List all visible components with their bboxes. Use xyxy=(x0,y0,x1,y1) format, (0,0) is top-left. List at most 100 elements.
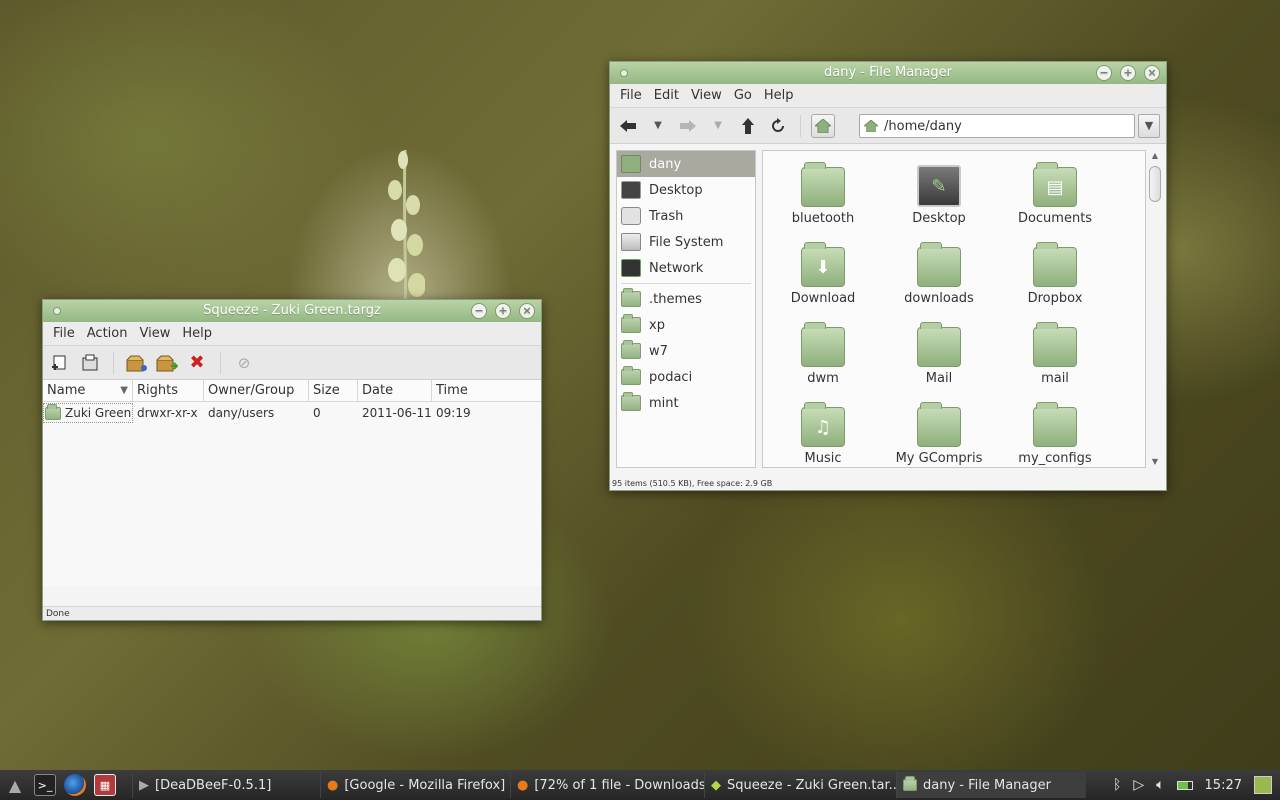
file-item-bluetooth[interactable]: bluetooth xyxy=(765,161,881,231)
file-item-dropbox[interactable]: Dropbox xyxy=(997,241,1113,311)
location-bar[interactable]: /home/dany xyxy=(859,114,1135,138)
menu-view[interactable]: View xyxy=(685,88,728,103)
add-files-button[interactable] xyxy=(126,352,148,374)
archive-extract-icon xyxy=(156,355,178,371)
forward-history-dropdown[interactable]: ▼ xyxy=(706,114,730,138)
file-item-downloads[interactable]: downloads xyxy=(881,241,997,311)
scroll-up-arrow-icon[interactable]: ▲ xyxy=(1148,150,1162,162)
forward-button[interactable] xyxy=(676,114,700,138)
minimize-button[interactable]: − xyxy=(471,303,487,319)
maximize-button[interactable]: + xyxy=(495,303,511,319)
app-menu-button[interactable]: ▲ xyxy=(4,774,26,796)
sidebar-item-podaci[interactable]: podaci xyxy=(617,364,755,390)
firefox-launcher[interactable] xyxy=(64,774,86,796)
task-file-manager[interactable]: dany - File Manager xyxy=(896,772,1086,798)
close-button[interactable]: × xyxy=(519,303,535,319)
menu-go[interactable]: Go xyxy=(728,88,758,103)
column-header-date[interactable]: Date xyxy=(358,380,432,401)
sidebar-item-xp[interactable]: xp xyxy=(617,312,755,338)
sidebar-item-themes[interactable]: .themes xyxy=(617,286,755,312)
task-label: [Google - Mozilla Firefox] xyxy=(344,777,506,793)
battery-icon[interactable] xyxy=(1176,780,1193,790)
archiver-launcher[interactable]: ▦ xyxy=(94,774,116,796)
menu-action[interactable]: Action xyxy=(81,326,134,341)
extract-button[interactable] xyxy=(156,352,178,374)
back-history-dropdown[interactable]: ▼ xyxy=(646,114,670,138)
file-item-label: Music xyxy=(804,451,842,466)
cell-date: 2011-06-11 xyxy=(362,406,432,420)
scroll-down-arrow-icon[interactable]: ▼ xyxy=(1148,456,1162,468)
file-item-desktop[interactable]: ✎ Desktop xyxy=(881,161,997,231)
sidebar-item-trash[interactable]: Trash xyxy=(617,203,755,229)
file-item-download[interactable]: ⬇ Download xyxy=(765,241,881,311)
toolbar: ✖ ⊘ xyxy=(43,346,541,380)
back-button[interactable] xyxy=(616,114,640,138)
sidebar-item-network[interactable]: Network xyxy=(617,255,755,281)
stop-button[interactable]: ⊘ xyxy=(233,352,255,374)
maximize-button[interactable]: + xyxy=(1120,65,1136,81)
volume-icon[interactable]: 🔈︎ xyxy=(1156,777,1164,793)
home-button[interactable] xyxy=(811,113,835,138)
menu-file[interactable]: File xyxy=(614,88,648,103)
file-item-label: my_configs xyxy=(1018,451,1092,466)
column-header-time[interactable]: Time xyxy=(432,380,541,401)
sidebar-item-desktop[interactable]: Desktop xyxy=(617,177,755,203)
folder-icon xyxy=(801,322,845,367)
table-row[interactable]: Zuki Green drwxr-xr-x dany/users 0 2011-… xyxy=(43,402,541,424)
close-button[interactable]: × xyxy=(1144,65,1160,81)
window-menu-icon[interactable] xyxy=(53,307,61,315)
sidebar-item-home[interactable]: dany xyxy=(617,151,755,177)
terminal-launcher[interactable]: >_ xyxy=(34,774,56,796)
menu-help[interactable]: Help xyxy=(758,88,800,103)
squeeze-titlebar[interactable]: Squeeze - Zuki Green.targz − + × xyxy=(43,300,541,322)
column-header-owner[interactable]: Owner/Group xyxy=(204,380,309,401)
menu-edit[interactable]: Edit xyxy=(648,88,685,103)
menu-help[interactable]: Help xyxy=(176,326,218,341)
file-item-mail-upper[interactable]: Mail xyxy=(881,321,997,391)
media-play-icon[interactable]: ▷ xyxy=(1133,777,1144,793)
open-archive-button[interactable] xyxy=(79,352,101,374)
arch-logo-icon: ▲ xyxy=(8,775,22,795)
column-header-rights[interactable]: Rights xyxy=(133,380,204,401)
file-item-documents[interactable]: ▤ Documents xyxy=(997,161,1113,231)
folder-icon xyxy=(621,366,641,385)
bluetooth-icon[interactable]: ᛒ xyxy=(1113,777,1121,793)
sidebar-item-w7[interactable]: w7 xyxy=(617,338,755,364)
minimize-button[interactable]: − xyxy=(1096,65,1112,81)
new-archive-button[interactable] xyxy=(49,352,71,374)
arrow-up-icon xyxy=(742,117,754,134)
file-item-music[interactable]: ♫ Music xyxy=(765,401,881,467)
file-item-dwm[interactable]: dwm xyxy=(765,321,881,391)
up-button[interactable] xyxy=(736,114,760,138)
show-desktop-icon[interactable] xyxy=(1254,776,1272,794)
stop-icon: ⊘ xyxy=(237,353,251,372)
window-menu-icon[interactable] xyxy=(620,69,628,77)
task-firefox-google[interactable]: ● [Google - Mozilla Firefox] xyxy=(320,772,510,798)
clock[interactable]: 15:27 xyxy=(1205,778,1242,793)
delete-button[interactable]: ✖ xyxy=(186,352,208,374)
cell-time: 09:19 xyxy=(436,406,471,420)
sidebar-item-file-system[interactable]: File System xyxy=(617,229,755,255)
menu-view[interactable]: View xyxy=(133,326,176,341)
column-label: Name xyxy=(47,383,86,398)
column-header-name[interactable]: Name ▼ xyxy=(43,380,133,401)
vertical-scrollbar[interactable]: ▲ ▼ xyxy=(1148,150,1162,468)
task-firefox-downloads[interactable]: ● [72% of 1 file - Downloads] xyxy=(510,772,704,798)
column-header-size[interactable]: Size xyxy=(309,380,358,401)
reload-button[interactable] xyxy=(766,114,790,138)
scroll-track[interactable] xyxy=(1149,162,1161,456)
task-deadbeef[interactable]: ▶ [DeaDBeeF-0.5.1] xyxy=(132,772,320,798)
folder-icon xyxy=(917,402,961,447)
location-dropdown-button[interactable]: ▼ xyxy=(1138,114,1160,138)
file-manager-titlebar[interactable]: dany - File Manager − + × xyxy=(610,62,1166,84)
file-item-my-configs[interactable]: my_configs xyxy=(997,401,1113,467)
file-item-label: Desktop xyxy=(912,211,966,226)
file-item-label: Mail xyxy=(925,371,953,386)
file-item-mail[interactable]: mail xyxy=(997,321,1113,391)
task-squeeze[interactable]: ◆ Squeeze - Zuki Green.tar... xyxy=(704,772,896,798)
scroll-thumb[interactable] xyxy=(1149,166,1161,202)
sidebar-item-mint[interactable]: mint xyxy=(617,390,755,416)
file-item-my-gcompris[interactable]: My GCompris xyxy=(881,401,997,467)
icon-view: bluetooth ✎ Desktop ▤ Documents ⬇ Downlo… xyxy=(762,150,1146,468)
menu-file[interactable]: File xyxy=(47,326,81,341)
